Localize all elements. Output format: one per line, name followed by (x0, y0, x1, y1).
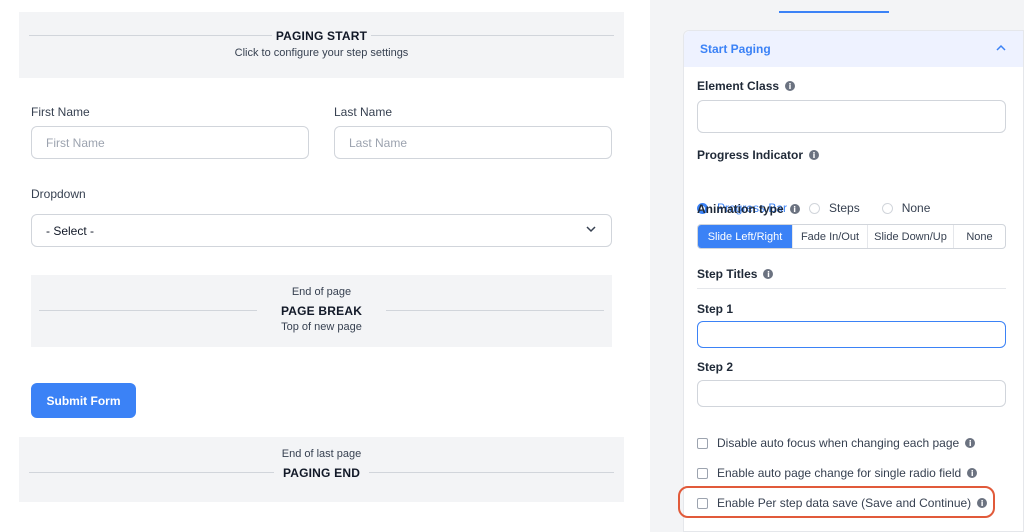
animation-option-none[interactable]: None (954, 225, 1005, 248)
divider (697, 288, 1006, 289)
page-break-title: PAGE BREAK (280, 304, 363, 318)
submit-form-button[interactable]: Submit Form (31, 383, 136, 418)
info-icon: i (965, 438, 976, 448)
first-name-label: First Name (31, 105, 90, 119)
step1-label: Step 1 (697, 302, 734, 316)
start-paging-card: Start Paging Element Class i Progress In… (683, 30, 1024, 532)
animation-option-slide-down-up[interactable]: Slide Down/Up (868, 225, 954, 248)
section-title: Start Paging (700, 42, 771, 56)
step1-input[interactable] (697, 321, 1006, 348)
form-canvas: PAGING START Click to configure your ste… (0, 0, 650, 532)
paging-start-subtitle: Click to configure your step settings (234, 47, 409, 59)
animation-type-selector: Slide Left/Right Fade In/Out Slide Down/… (697, 224, 1006, 249)
radio-dot (809, 202, 821, 214)
last-name-label: Last Name (334, 105, 393, 119)
last-name-input[interactable] (334, 126, 612, 159)
animation-type-label: Animation type i (697, 202, 800, 216)
animation-option-slide-left-right[interactable]: Slide Left/Right (698, 225, 793, 248)
radio-dot (881, 202, 893, 214)
checkbox[interactable] (697, 437, 708, 449)
auto-page-change-option[interactable]: Enable auto page change for single radio… (697, 466, 978, 480)
dropdown-label: Dropdown (31, 187, 86, 201)
step-titles-label: Step Titles i (697, 267, 774, 281)
radio-none[interactable]: None (881, 201, 930, 215)
info-icon: i (785, 81, 796, 91)
info-icon: i (763, 269, 774, 279)
paging-start-title: PAGING START (275, 29, 368, 43)
paging-start-block[interactable]: PAGING START Click to configure your ste… (19, 12, 624, 78)
first-name-input[interactable] (31, 126, 309, 159)
page-break-block[interactable]: End of page PAGE BREAK Top of new page (31, 275, 612, 347)
info-icon: i (967, 468, 978, 478)
element-class-label: Element Class i (697, 79, 796, 93)
paging-end-top-text: End of last page (281, 448, 362, 460)
chevron-up-icon[interactable] (995, 42, 1007, 57)
info-icon: i (809, 150, 820, 160)
panel-divider (650, 0, 664, 532)
start-paging-header[interactable]: Start Paging (684, 31, 1023, 67)
radio-steps[interactable]: Steps (809, 201, 860, 215)
disable-auto-focus-option[interactable]: Disable auto focus when changing each pa… (697, 436, 976, 450)
element-class-input[interactable] (697, 100, 1006, 133)
paging-end-title: PAGING END (282, 466, 361, 480)
settings-panel: Start Paging Element Class i Progress In… (664, 0, 1024, 532)
step2-input[interactable] (697, 380, 1006, 407)
info-icon: i (789, 204, 800, 214)
paging-end-block[interactable]: End of last page PAGING END (19, 437, 624, 502)
animation-option-fade[interactable]: Fade In/Out (793, 225, 868, 248)
dropdown-selected-value: - Select - (46, 223, 95, 238)
page-break-top-text: End of page (291, 286, 352, 298)
progress-indicator-label: Progress Indicator i (697, 148, 820, 162)
step2-label: Step 2 (697, 360, 734, 374)
checkbox[interactable] (697, 467, 708, 479)
chevron-down-icon (585, 223, 597, 238)
active-tab-indicator (779, 11, 889, 13)
dropdown-select[interactable]: - Select - (31, 214, 612, 247)
page-break-bottom-text: Top of new page (281, 321, 362, 333)
highlight-annotation (678, 486, 995, 518)
